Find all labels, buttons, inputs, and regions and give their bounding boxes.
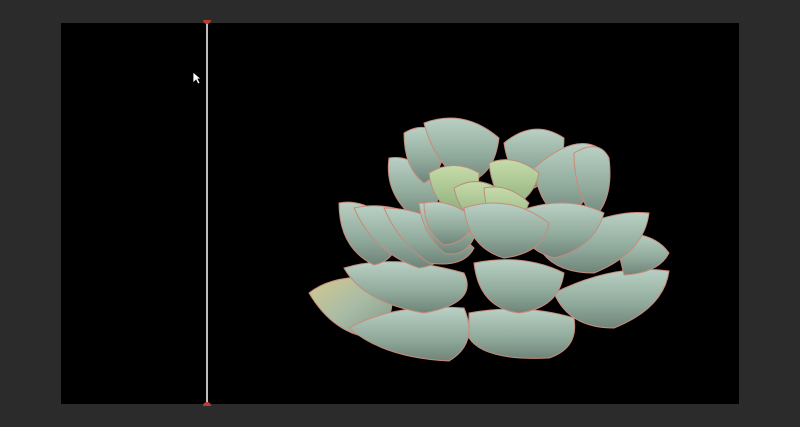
succulent-image — [308, 117, 670, 362]
playhead-scrubber[interactable] — [203, 20, 211, 406]
arrow-pointer-icon — [192, 71, 202, 85]
preview-canvas[interactable] — [61, 23, 739, 404]
playhead-bottom-handle[interactable] — [203, 402, 211, 406]
